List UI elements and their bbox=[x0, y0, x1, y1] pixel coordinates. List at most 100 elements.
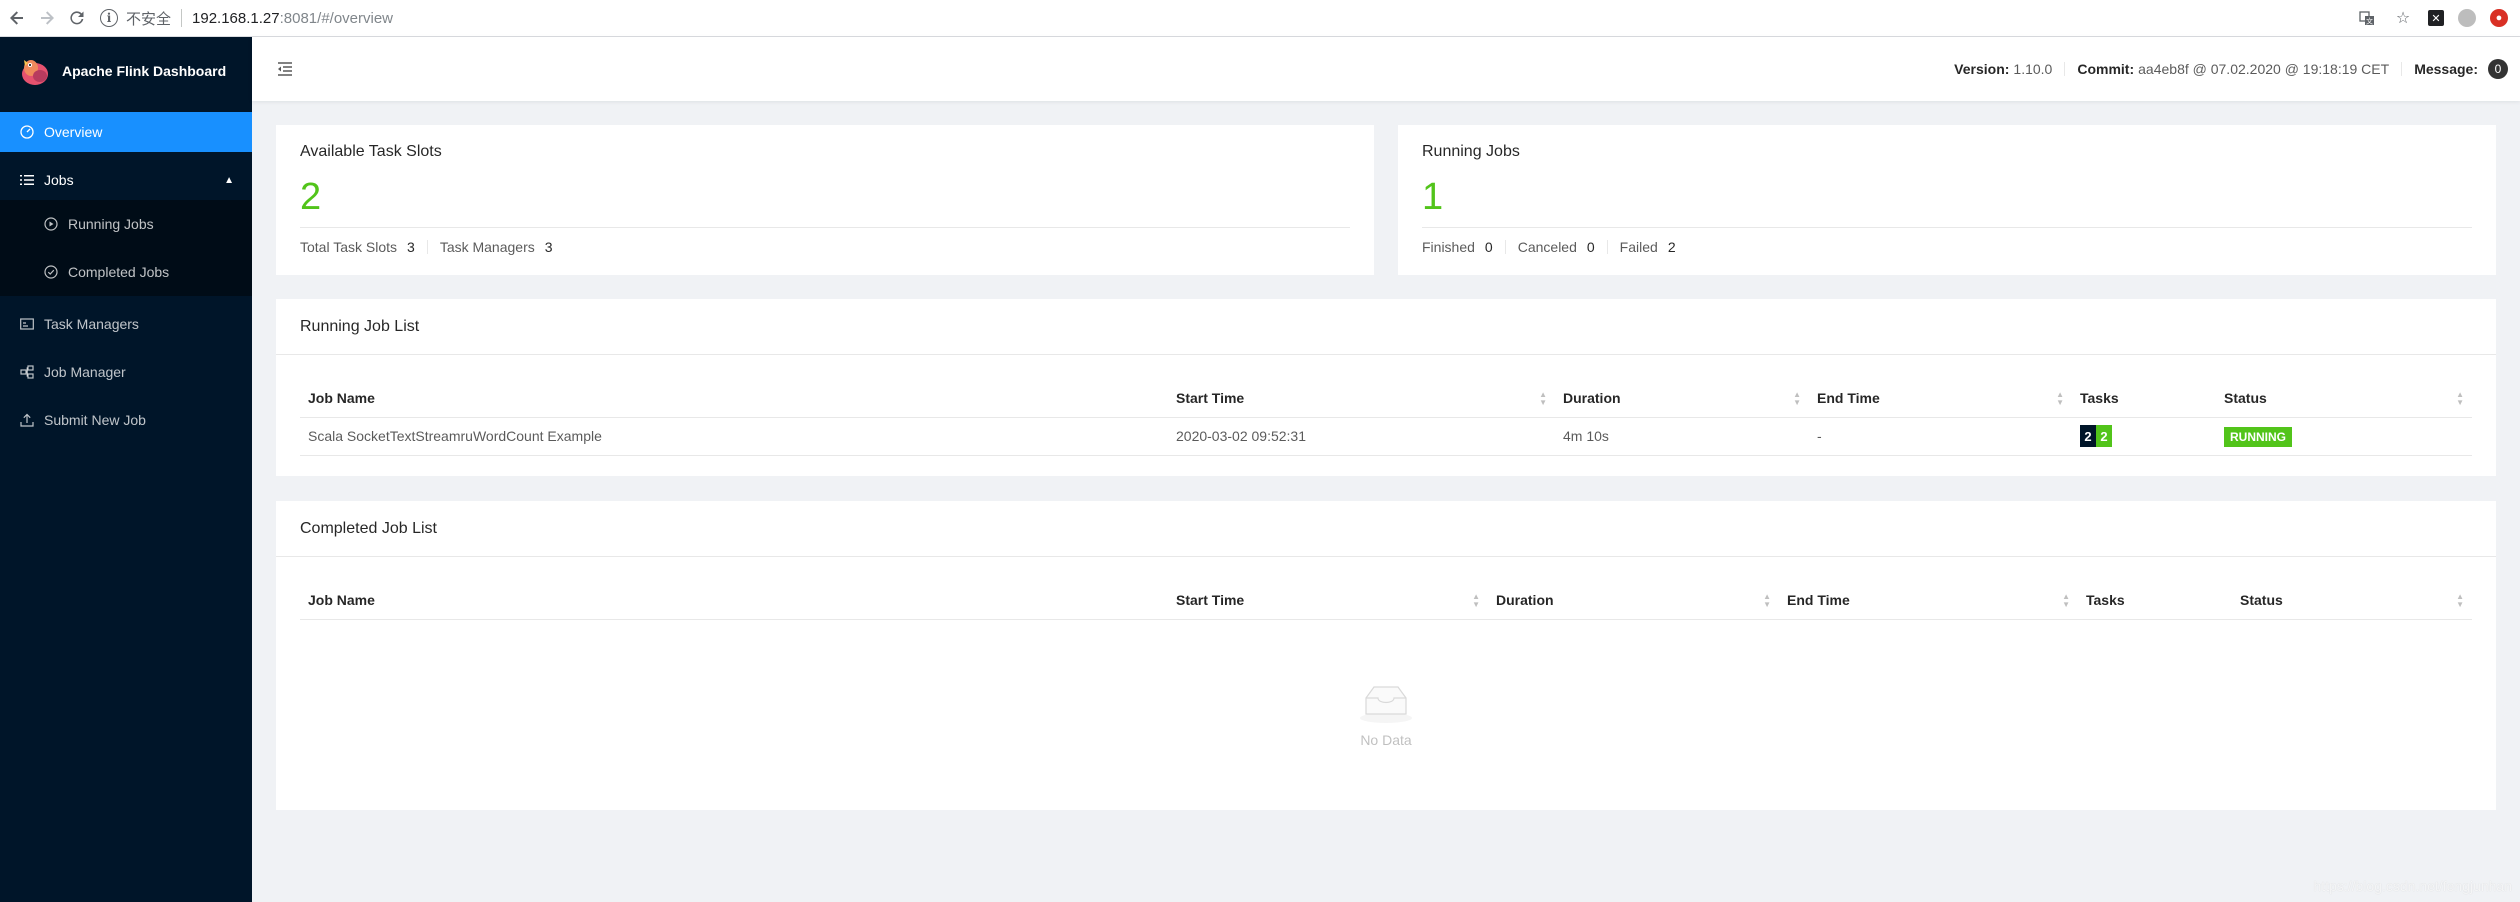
empty-text: No Data bbox=[1360, 731, 1412, 748]
sidebar-item-label: Submit New Job bbox=[44, 412, 146, 428]
play-circle-icon bbox=[44, 217, 58, 231]
header: Version: 1.10.0 Commit: aa4eb8f @ 07.02.… bbox=[252, 37, 2520, 101]
sort-icon[interactable]: ▲ ▼ bbox=[1539, 391, 1547, 407]
column-header-job-name[interactable]: Job Name bbox=[300, 379, 1168, 418]
column-header-end-time[interactable]: End Time ▲ ▼ bbox=[1809, 379, 2072, 418]
column-header-duration[interactable]: Duration ▲ ▼ bbox=[1488, 581, 1779, 620]
sidebar-item-label: Task Managers bbox=[44, 316, 139, 332]
sort-icon[interactable]: ▲ ▼ bbox=[1472, 593, 1480, 609]
sort-icon[interactable]: ▲ ▼ bbox=[1793, 391, 1801, 407]
column-header-tasks: Tasks bbox=[2078, 581, 2232, 620]
sidebar-item-label: Completed Jobs bbox=[68, 264, 170, 280]
schedule-icon bbox=[20, 317, 34, 331]
svg-text:文: 文 bbox=[2366, 17, 2373, 26]
sidebar: Apache Flink Dashboard Overview Jobs ▲ R… bbox=[0, 37, 252, 902]
duration-cell: 4m 10s bbox=[1555, 417, 1809, 456]
column-header-end-time[interactable]: End Time ▲ ▼ bbox=[1779, 581, 2078, 620]
column-header-job-name[interactable]: Job Name bbox=[300, 581, 1168, 620]
running-job-list-card: Running Job List Job Name Start Time ▲ ▼ D… bbox=[276, 299, 2496, 476]
canceled-value: 0 bbox=[1586, 239, 1595, 255]
sort-icon[interactable]: ▲ ▼ bbox=[2056, 391, 2064, 407]
running-jobs-card: Running Jobs 1 Finished 0 Canceled 0 Fai… bbox=[1398, 125, 2496, 275]
status-badge: RUNNING bbox=[2224, 427, 2292, 447]
running-jobs-value: 1 bbox=[1422, 176, 1444, 218]
flink-logo-icon bbox=[22, 59, 48, 85]
menu-fold-icon[interactable] bbox=[276, 60, 294, 78]
sidebar-item-job-manager[interactable]: Job Manager bbox=[0, 352, 252, 392]
check-circle-icon bbox=[44, 265, 58, 279]
info-icon[interactable]: i bbox=[100, 9, 118, 27]
start-time-cell: 2020-03-02 09:52:31 bbox=[1168, 417, 1555, 456]
card-title: Running Jobs bbox=[1422, 143, 1520, 160]
finished-value: 0 bbox=[1484, 239, 1493, 255]
browser-toolbar: i 不安全 192.168.1.27 :8081/#/overview 文 ☆ … bbox=[0, 0, 2520, 37]
task-status-tag: 2 2 bbox=[2080, 425, 2112, 447]
table-row[interactable]: Scala SocketTextStreamruWordCount Exampl… bbox=[300, 417, 2472, 456]
insecure-label: 不安全 bbox=[126, 10, 172, 28]
back-icon[interactable] bbox=[4, 5, 30, 31]
profile-icon[interactable] bbox=[2458, 9, 2476, 27]
total-slots-label: Total Task Slots bbox=[300, 239, 398, 255]
sidebar-item-label: Jobs bbox=[44, 172, 74, 188]
tasks-cell: 2 2 bbox=[2072, 417, 2216, 456]
completed-job-list-card: Completed Job List Job Name Start Time ▲ ▼… bbox=[276, 501, 2496, 810]
column-header-status[interactable]: Status ▲ ▼ bbox=[2232, 581, 2472, 620]
available-slots-value: 2 bbox=[300, 176, 322, 218]
list-icon bbox=[20, 173, 34, 187]
version-label: Version: bbox=[1954, 61, 2010, 77]
url-host: 192.168.1.27 bbox=[192, 9, 280, 27]
column-header-duration[interactable]: Duration ▲ ▼ bbox=[1555, 379, 1809, 418]
cluster-icon bbox=[20, 365, 34, 379]
sidebar-item-completed-jobs[interactable]: Completed Jobs bbox=[0, 252, 252, 292]
sidebar-item-submit-new-job[interactable]: Submit New Job bbox=[0, 400, 252, 440]
column-header-start-time[interactable]: Start Time ▲ ▼ bbox=[1168, 379, 1555, 418]
sort-icon[interactable]: ▲ ▼ bbox=[1763, 593, 1771, 609]
canceled-label: Canceled bbox=[1517, 239, 1577, 255]
total-slots-value: 3 bbox=[407, 239, 415, 255]
address-bar[interactable]: i 不安全 192.168.1.27 :8081/#/overview bbox=[100, 4, 2356, 33]
end-time-cell: - bbox=[1809, 417, 2072, 456]
message-badge[interactable]: 0 bbox=[2488, 59, 2508, 79]
empty-inbox-icon bbox=[1360, 685, 1412, 723]
sidebar-item-task-managers[interactable]: Task Managers bbox=[0, 304, 252, 344]
jobs-submenu: Running Jobs Completed Jobs bbox=[0, 200, 252, 296]
sort-icon[interactable]: ▲ ▼ bbox=[2062, 593, 2070, 609]
failed-label: Failed bbox=[1619, 239, 1658, 255]
column-header-status[interactable]: Status ▲ ▼ bbox=[2216, 379, 2472, 418]
job-name-cell[interactable]: Scala SocketTextStreamruWordCount Exampl… bbox=[300, 417, 1168, 456]
logo[interactable]: Apache Flink Dashboard bbox=[0, 37, 252, 104]
finished-label: Finished bbox=[1422, 239, 1475, 255]
version-value: 1.10.0 bbox=[2013, 61, 2053, 77]
sidebar-item-label: Job Manager bbox=[44, 364, 126, 380]
sort-icon[interactable]: ▲ ▼ bbox=[2456, 593, 2464, 609]
app-title: Apache Flink Dashboard bbox=[62, 62, 227, 79]
empty-state: No Data bbox=[300, 620, 2472, 810]
url-path: :8081/#/overview bbox=[279, 9, 394, 27]
sort-icon[interactable]: ▲ ▼ bbox=[2456, 391, 2464, 407]
completed-jobs-table: Job Name Start Time ▲ ▼ Duration ▲ ▼ End Tim… bbox=[300, 581, 2472, 620]
column-header-tasks: Tasks bbox=[2072, 379, 2216, 418]
commit-value: aa4eb8f @ 07.02.2020 @ 19:18:19 CET bbox=[2138, 61, 2390, 77]
extension-icon[interactable]: ✕ bbox=[2428, 10, 2444, 26]
translate-icon[interactable]: 文 bbox=[2356, 7, 2378, 29]
sidebar-item-label: Running Jobs bbox=[68, 216, 154, 232]
sidebar-item-overview[interactable]: Overview bbox=[0, 112, 252, 152]
message-label: Message: bbox=[2414, 61, 2478, 77]
commit-label: Commit: bbox=[2077, 61, 2135, 77]
menu-icon[interactable]: ● bbox=[2490, 9, 2508, 27]
card-title: Completed Job List bbox=[300, 519, 437, 537]
reload-icon[interactable] bbox=[64, 5, 90, 31]
sidebar-item-label: Overview bbox=[44, 124, 103, 140]
task-managers-value: 3 bbox=[544, 239, 553, 255]
running-jobs-table: Job Name Start Time ▲ ▼ Duration ▲ ▼ End Tim… bbox=[300, 379, 2472, 456]
failed-value: 2 bbox=[1667, 239, 1676, 255]
chevron-up-icon: ▲ bbox=[224, 174, 234, 186]
sidebar-item-running-jobs[interactable]: Running Jobs bbox=[0, 204, 252, 244]
upload-icon bbox=[20, 413, 34, 427]
task-count-total: 2 bbox=[2080, 425, 2096, 447]
forward-icon[interactable] bbox=[34, 5, 60, 31]
sidebar-item-jobs[interactable]: Jobs ▲ bbox=[0, 160, 252, 200]
star-icon[interactable]: ☆ bbox=[2392, 7, 2414, 29]
column-header-start-time[interactable]: Start Time ▲ ▼ bbox=[1168, 581, 1488, 620]
card-title: Running Job List bbox=[300, 317, 420, 335]
